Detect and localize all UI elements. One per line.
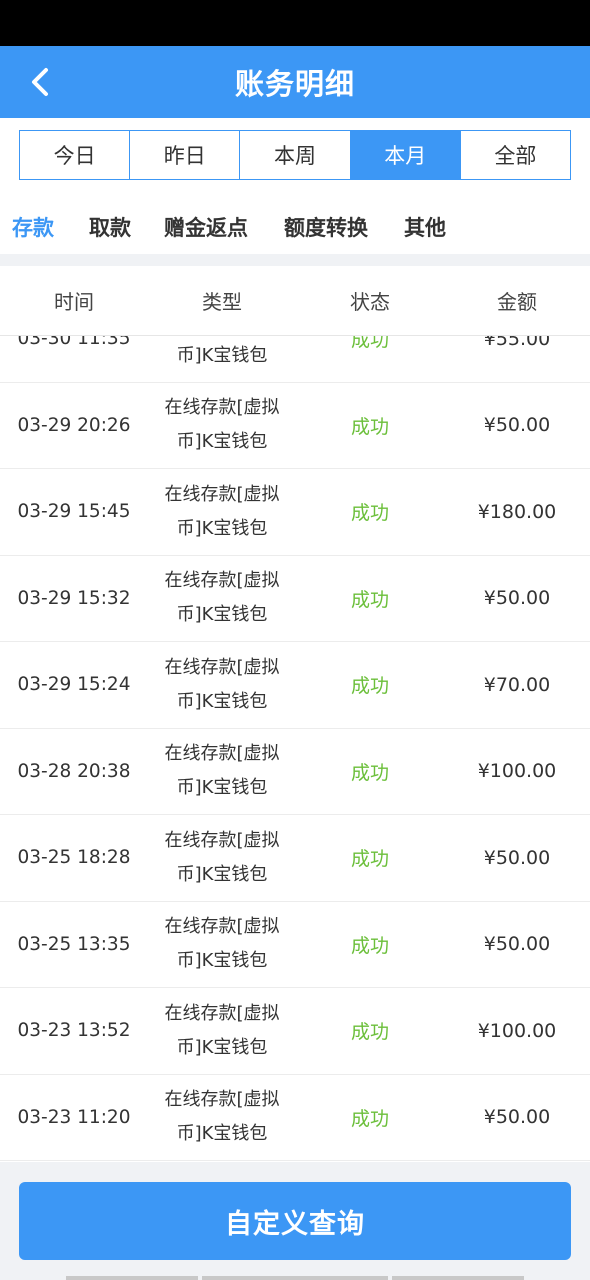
custom-query-button[interactable]: 自定义查询 <box>19 1182 571 1260</box>
row-type: 在线存款[虚拟币]K宝钱包 <box>148 391 296 459</box>
row-amount: ¥100.00 <box>477 1019 557 1042</box>
row-time: 03-25 18:28 <box>17 847 131 869</box>
row-type-line1: 在线存款[虚拟 <box>164 1089 280 1111</box>
row-type-line2: 币]K宝钱包 <box>176 1036 268 1058</box>
row-amount: ¥50.00 <box>483 587 551 610</box>
row-type: 在线存款[虚拟币]K宝钱包 <box>148 651 296 719</box>
app-header: 账务明细 <box>0 46 590 118</box>
row-amount: ¥50.00 <box>483 1106 551 1129</box>
row-amount: ¥50.00 <box>483 846 551 869</box>
row-type-line2: 币]K宝钱包 <box>176 604 268 626</box>
status-bar <box>0 0 590 46</box>
category-tab[interactable]: 额度转换 <box>284 212 368 242</box>
row-status: 成功 <box>350 588 389 611</box>
category-tab[interactable]: 其他 <box>404 212 446 242</box>
row-type-line1: 在线存款[虚拟 <box>164 1002 280 1024</box>
period-tab[interactable]: 全部 <box>460 131 571 179</box>
row-time: 03-30 11:35 <box>17 336 131 350</box>
period-tab[interactable]: 今日 <box>20 131 131 179</box>
table-row[interactable]: 03-25 13:35 在线存款[虚拟 币]K宝钱包 成功 ¥50.00 <box>0 902 590 988</box>
header-type: 类型 <box>202 290 242 314</box>
row-time: 03-29 15:24 <box>17 674 131 696</box>
period-segmented-control: 今日 昨日 本周 本月 全部 <box>19 130 571 180</box>
row-type: 在线存款[虚拟币]K宝钱包 <box>148 997 296 1065</box>
table-row[interactable]: 03-29 15:24 在线存款[虚拟 币]K宝钱包 成功 ¥70.00 <box>0 642 590 729</box>
row-type: 在线存款[虚拟币]K宝钱包 <box>148 737 296 805</box>
row-type-line1: 在线存款[虚拟 <box>164 829 280 851</box>
table-row[interactable]: 03-29 15:32 在线存款[虚拟 币]K宝钱包 成功 ¥50.00 <box>0 556 590 642</box>
bottom-action-area: 自定义查询 <box>0 1162 590 1280</box>
row-type-line1: 在线存款[虚拟 <box>164 743 280 765</box>
row-status: 成功 <box>350 1021 389 1044</box>
row-type-line1: 在线存款[虚拟 <box>164 483 280 505</box>
row-status: 成功 <box>350 1107 389 1130</box>
nav-bar-segment <box>392 1276 524 1280</box>
row-type-line2: 币]K宝钱包 <box>176 344 268 366</box>
row-time: 03-29 20:26 <box>17 414 131 436</box>
row-time: 03-28 20:38 <box>17 760 131 782</box>
period-filter-bar: 今日 昨日 本周 本月 全部 <box>0 118 590 200</box>
row-type-line2: 币]K宝钱包 <box>176 950 268 972</box>
row-status: 成功 <box>350 415 389 438</box>
nav-bar-segment <box>202 1276 388 1280</box>
row-type: 在线存款[虚拟币]K宝钱包 <box>148 910 296 978</box>
table-row[interactable]: 03-23 13:52 在线存款[虚拟 币]K宝钱包 成功 ¥100.00 <box>0 988 590 1075</box>
category-tabs: 存款 取款 赠金返点 额度转换 其他 <box>0 200 590 254</box>
table-row[interactable]: 03-30 11:35 在线存款[虚拟币]K宝钱包 成功 ¥55.00 <box>0 336 590 383</box>
nav-bar-segment <box>66 1276 198 1280</box>
row-type-line1: 在线存款[虚拟 <box>164 916 280 938</box>
row-amount: ¥70.00 <box>483 673 551 696</box>
row-type: 在线存款[虚拟币]K宝钱包 <box>148 564 296 632</box>
category-tab[interactable]: 存款 <box>12 212 54 242</box>
row-status: 成功 <box>350 675 389 698</box>
table-row[interactable]: 03-25 18:28 在线存款[虚拟 币]K宝钱包 成功 ¥50.00 <box>0 815 590 902</box>
row-time: 03-23 11:20 <box>17 1106 131 1128</box>
row-status: 成功 <box>350 502 389 525</box>
row-type-line1: 在线存款[虚拟 <box>164 397 280 419</box>
row-time: 03-23 13:52 <box>17 1020 131 1042</box>
row-time: 03-29 15:45 <box>17 501 131 523</box>
row-type-line2: 币]K宝钱包 <box>176 517 268 539</box>
row-type: 在线存款[虚拟币]K宝钱包 <box>148 336 296 373</box>
back-button[interactable] <box>22 64 58 100</box>
row-status: 成功 <box>350 336 389 352</box>
transaction-list[interactable]: 03-30 11:35在线存款[虚拟币]K宝钱包成功¥55.0003-29 20… <box>0 336 590 1162</box>
period-tab[interactable]: 本周 <box>240 131 351 179</box>
header-status: 状态 <box>350 290 390 314</box>
header-amount: 金额 <box>497 290 537 314</box>
header-time: 时间 <box>54 290 94 314</box>
row-type-line2: 币]K宝钱包 <box>176 1123 268 1145</box>
row-type-line2: 币]K宝钱包 <box>176 863 268 885</box>
row-type: 在线存款[虚拟币]K宝钱包 <box>148 478 296 546</box>
row-type-line1: 在线存款[虚拟 <box>164 656 280 678</box>
table-row[interactable]: 03-23 11:20 在线存款[虚拟 币]K宝钱包 成功 ¥50.00 <box>0 1075 590 1161</box>
chevron-left-icon <box>32 68 48 96</box>
row-status: 成功 <box>350 848 389 871</box>
row-type-line1: 在线存款[虚拟 <box>164 570 280 592</box>
table-row[interactable]: 03-29 20:26 在线存款[虚拟 币]K宝钱包 成功 ¥50.00 <box>0 383 590 469</box>
row-type-line2: 币]K宝钱包 <box>176 431 268 453</box>
row-type-line2: 币]K宝钱包 <box>176 690 268 712</box>
period-tab[interactable]: 本月 <box>350 131 461 179</box>
row-time: 03-25 13:35 <box>17 933 131 955</box>
category-tab[interactable]: 取款 <box>89 212 131 242</box>
row-amount: ¥100.00 <box>477 760 557 783</box>
row-amount: ¥180.00 <box>477 500 557 523</box>
row-time: 03-29 15:32 <box>17 587 131 609</box>
row-amount: ¥55.00 <box>483 336 551 350</box>
row-type: 在线存款[虚拟币]K宝钱包 <box>148 1083 296 1151</box>
row-type: 在线存款[虚拟币]K宝钱包 <box>148 824 296 892</box>
table-row[interactable]: 03-28 20:38 在线存款[虚拟 币]K宝钱包 成功 ¥100.00 <box>0 729 590 815</box>
period-tab[interactable]: 昨日 <box>130 131 241 179</box>
row-amount: ¥50.00 <box>483 933 551 956</box>
category-tab[interactable]: 赠金返点 <box>164 212 248 242</box>
row-status: 成功 <box>350 761 389 784</box>
row-status: 成功 <box>350 934 389 957</box>
page-title: 账务明细 <box>234 67 355 101</box>
row-type-line2: 币]K宝钱包 <box>176 777 268 799</box>
table-row[interactable]: 03-29 15:45 在线存款[虚拟 币]K宝钱包 成功 ¥180.00 <box>0 469 590 556</box>
table-header: 时间 类型 状态 金额 <box>0 266 590 336</box>
row-amount: ¥50.00 <box>483 414 551 437</box>
